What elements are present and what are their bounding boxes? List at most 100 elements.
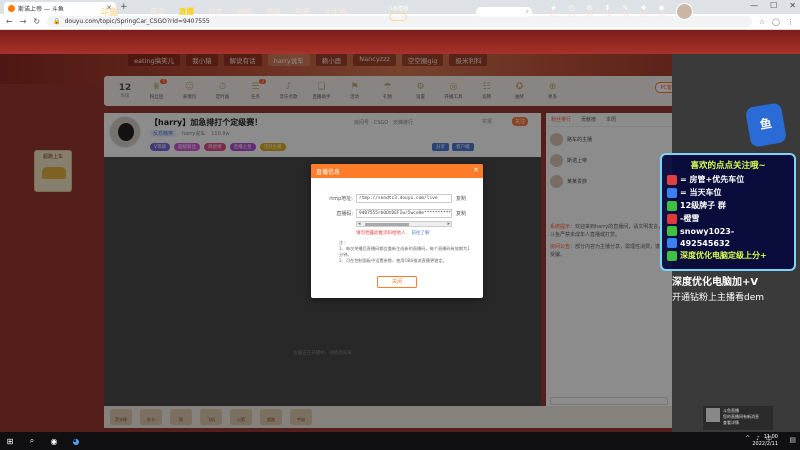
header-center-promo[interactable]: 斗鱼直播 Pro	[388, 5, 409, 21]
menu-icon[interactable]: ⋮	[787, 18, 794, 26]
promo-box: 喜欢的点点关注哦~ = 房管+优先车位 = 当天车位 12级牌子 群 -橙雪 snowy…	[660, 153, 796, 271]
promo-line: = 当天车位	[667, 187, 789, 198]
top-nav-item[interactable]: 鱼吧	[295, 6, 310, 17]
header-icon-0[interactable]: ★ 关注	[548, 4, 559, 18]
search-icon[interactable]: ⌕	[526, 8, 529, 16]
rtmp-field-row: rtmp地址: rtmp://sendtc3.douyu.com/live 复制	[323, 194, 478, 203]
toast-image	[706, 408, 720, 422]
promo-line-text: 12级牌子 群	[680, 201, 726, 210]
dialog-note-line: 1、每次关播后直播码都会重新生成新的直播码，每个直播码有效期为1分钟。	[339, 246, 470, 257]
header-icon-label: 开播	[621, 12, 630, 17]
header-glyph-icon: ❖	[640, 4, 647, 12]
chrome-icon[interactable]: ◕	[70, 435, 82, 447]
header-icon-6[interactable]: ◉ 创作	[656, 4, 667, 18]
site-logo[interactable]: 斗鱼	[100, 5, 118, 18]
toast-line3: 查看详情	[723, 420, 739, 425]
promo-bottom-line2: 开通钻粉上主播看dem	[672, 293, 765, 303]
lock-icon: 🔒	[53, 18, 61, 25]
notification-center-icon[interactable]: ▤	[789, 436, 796, 444]
promo-line: = 房管+优先车位	[667, 174, 789, 185]
site-header	[0, 30, 800, 54]
dialog-title: 直播信息	[316, 169, 341, 176]
top-nav: 首页 直播 分类 视频 游戏 鱼吧 元宇宙	[150, 6, 347, 17]
obs-icon[interactable]: ◉	[48, 435, 60, 447]
rtmp-address-input[interactable]: rtmp://sendtc3.douyu.com/live	[356, 194, 452, 203]
top-nav-item[interactable]: 游戏	[266, 6, 281, 17]
header-icon-3[interactable]: ⬇ 下载	[602, 4, 613, 18]
new-tab-button[interactable]: +	[120, 2, 128, 12]
scroll-left-icon[interactable]: ◂	[358, 221, 361, 227]
header-icon-4[interactable]: ✎ 开播	[620, 4, 631, 18]
stream-info-dialog: 直播信息 ✕ rtmp地址: rtmp://sendtc3.douyu.com/…	[311, 164, 483, 298]
learn-more-link[interactable]: 前往了解	[412, 230, 430, 236]
back-icon[interactable]: ←	[6, 17, 13, 26]
close-icon[interactable]: ✕	[473, 166, 479, 174]
maximize-button[interactable]: ☐	[770, 1, 777, 10]
promo-line-icon	[667, 250, 677, 261]
dialog-close-button[interactable]: 关闭	[377, 276, 417, 288]
toast-text: 斗鱼直播 您的直播间有新消息 查看详情	[723, 408, 759, 428]
browser-tab-title: 斯诺上帝 — 斗鱼	[18, 5, 64, 13]
promo-line: 492545632	[667, 238, 789, 248]
clock[interactable]: 11:00 2022/2/11	[752, 434, 778, 448]
profile-icon[interactable]: ◯	[772, 18, 780, 26]
search-taskbar-icon[interactable]: ⌕	[26, 435, 38, 447]
clock-time: 11:00	[763, 434, 778, 440]
stream-key-field-row: 直播码: 9407555rbOOtDEFIwr5wcoHe********** …	[323, 209, 478, 218]
scroll-right-icon[interactable]: ▸	[447, 221, 450, 227]
header-center-text: 斗鱼直播	[388, 6, 409, 12]
top-nav-item[interactable]: 视频	[237, 6, 252, 17]
promo-title: 喜欢的点点关注哦~	[690, 161, 766, 171]
forward-icon[interactable]: →	[20, 17, 27, 26]
promo-line-text: = 房管+优先车位	[680, 175, 745, 184]
dialog-note-line: 2、可在控制面板中设置参数，使用OBS推流直播更稳定。	[339, 258, 447, 263]
header-icon-label: 下载	[603, 12, 612, 17]
top-nav-item[interactable]: 元宇宙	[324, 6, 347, 17]
close-window-button[interactable]: ✕	[789, 1, 796, 10]
scrollbar-thumb[interactable]	[365, 223, 409, 226]
mascot-icon: 鱼	[744, 102, 788, 148]
copy-stream-key-button[interactable]: 复制	[452, 210, 466, 217]
header-glyph-icon: ◷	[568, 4, 575, 12]
dialog-notes: 注： 1、每次关播后直播码都会重新生成新的直播码，每个直播码有效期为1分钟。 2、可…	[339, 240, 474, 264]
tray-icon[interactable]: ^	[745, 435, 750, 442]
header-glyph-icon: ⬇	[604, 4, 611, 12]
search-input[interactable]: ⌕	[476, 7, 532, 17]
stream-key-label: 直播码:	[336, 211, 353, 217]
promo-line-icon	[667, 226, 677, 236]
header-icon-label: 消息	[585, 12, 594, 17]
stream-key-input[interactable]: 9407555rbOOtDEFIwr5wcoHe**********	[356, 209, 452, 218]
header-icon-2[interactable]: ✉ 消息	[584, 4, 595, 18]
promo-line-text: -橙雪	[680, 214, 700, 223]
header-icon-label: 关注	[549, 12, 558, 17]
header-glyph-icon: ★	[550, 4, 557, 12]
top-nav-item[interactable]: 分类	[208, 6, 223, 17]
promo-line-icon	[667, 174, 677, 185]
minimize-button[interactable]: —	[750, 1, 758, 10]
stream-key-scrollbar[interactable]: ◂ ▸	[356, 221, 452, 227]
promo-line: 深度优化电脑定级上分+	[667, 250, 789, 261]
header-icon-label: 历史	[567, 12, 576, 17]
promo-line: -橙雪	[667, 213, 789, 224]
rtmp-label: rtmp地址:	[329, 196, 353, 202]
warning-row: 请勿泄露此推流码给他人 前往了解	[356, 230, 430, 236]
promo-line-text: snowy1023-	[680, 226, 735, 236]
promo-line-icon	[667, 238, 677, 248]
promo-line: 12级牌子 群	[667, 200, 789, 211]
copy-rtmp-button[interactable]: 复制	[452, 195, 466, 202]
user-avatar[interactable]	[676, 3, 693, 20]
header-icon-1[interactable]: ◷ 历史	[566, 4, 577, 18]
header-icon-5[interactable]: ❖ 鱼吧	[638, 4, 649, 18]
promo-bottom-line1: 深度优化电脑加+V	[672, 277, 759, 288]
reload-icon[interactable]: ↻	[33, 17, 40, 26]
warning-text: 请勿泄露此推流码给他人	[356, 231, 406, 236]
windows-start-icon[interactable]: ⊞	[4, 435, 16, 447]
top-nav-item[interactable]: 直播	[179, 6, 194, 17]
header-glyph-icon: ◉	[658, 4, 665, 12]
window-controls: — ☐ ✕	[750, 1, 796, 10]
notification-toast[interactable]: 斗鱼直播 您的直播间有新消息 查看详情	[703, 406, 773, 430]
top-nav-item[interactable]: 首页	[150, 6, 165, 17]
promo-line-icon	[667, 187, 677, 198]
bookmark-star-icon[interactable]: ☆	[759, 18, 765, 26]
dialog-header: 直播信息 ✕	[311, 164, 483, 178]
